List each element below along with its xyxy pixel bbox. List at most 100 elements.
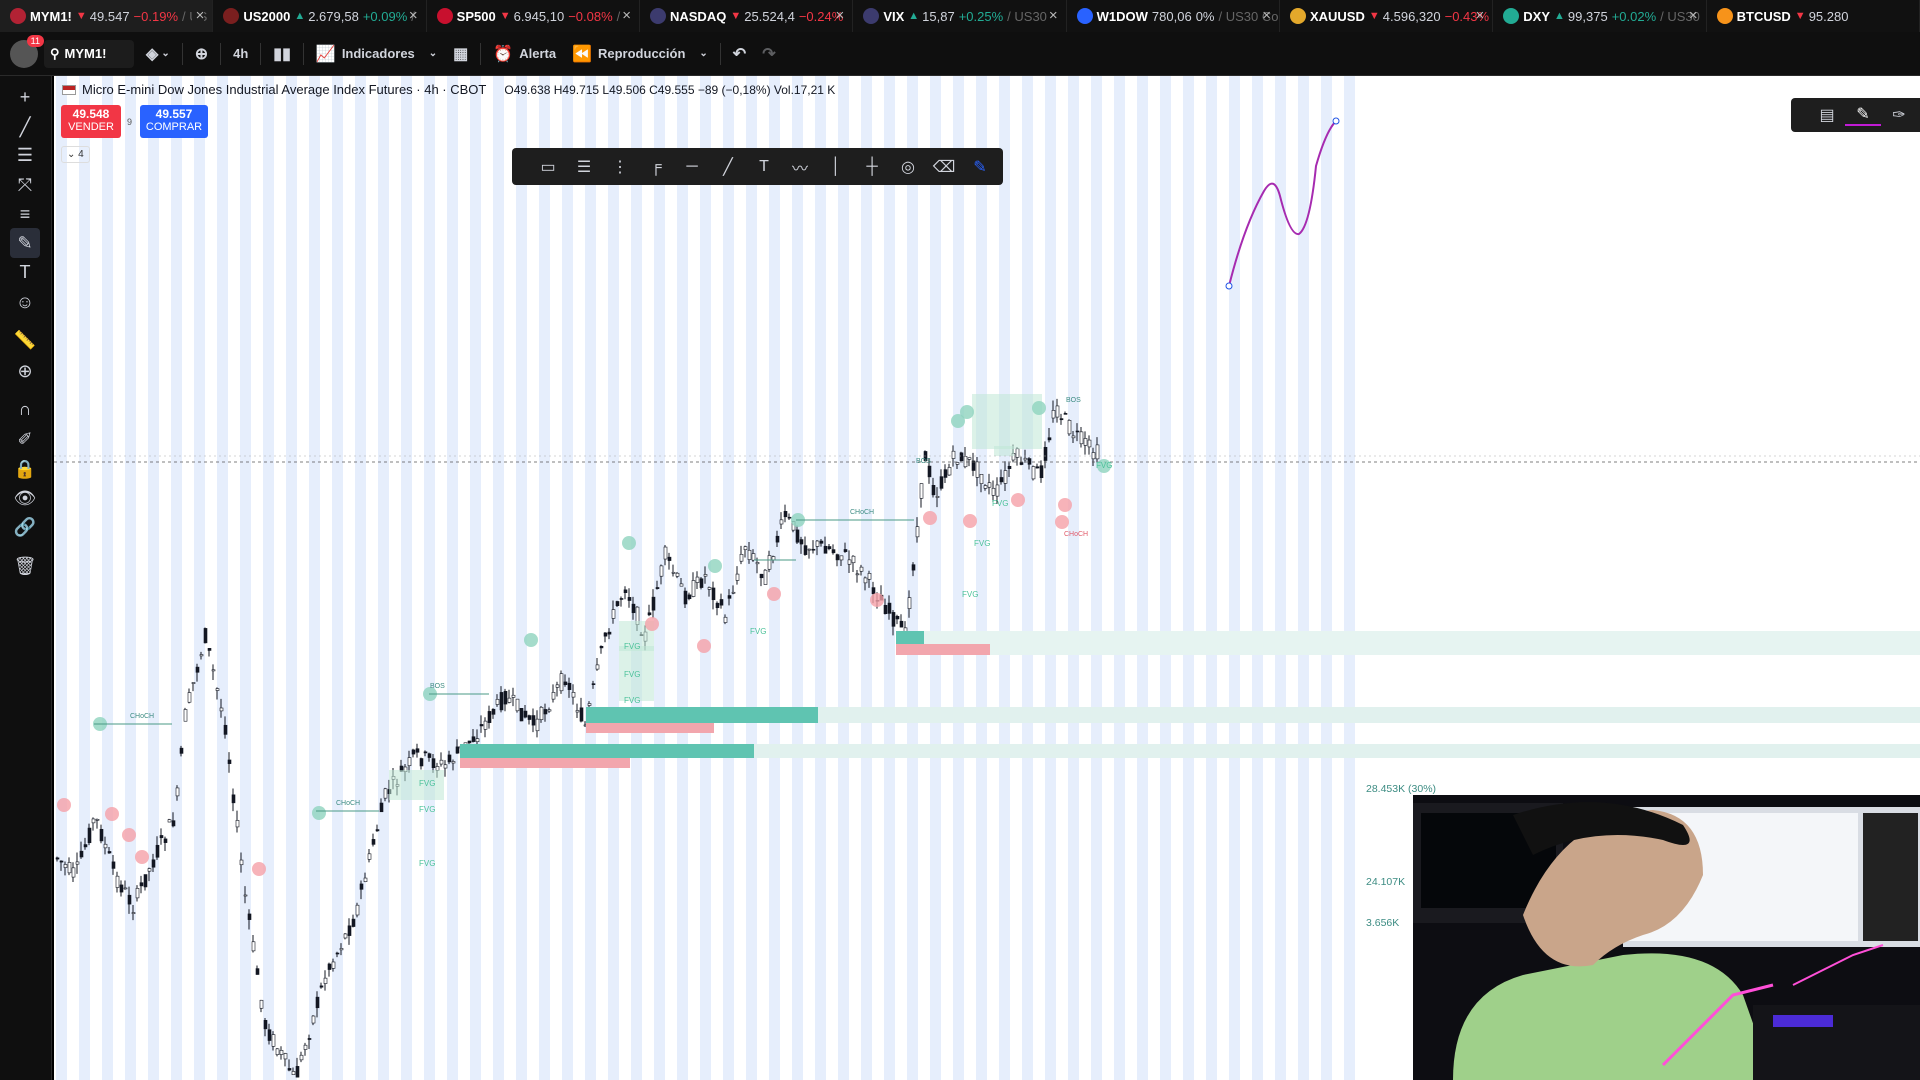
session-band — [447, 76, 458, 1080]
tab-change: −0.19% — [133, 8, 178, 24]
candle-body — [783, 511, 788, 518]
swing-low-marker — [122, 828, 136, 842]
symbol-search[interactable]: ⚲ MYM1! — [44, 39, 134, 68]
candle-body — [1083, 438, 1088, 446]
candle-body — [159, 835, 164, 839]
replay-button[interactable]: ⏪ Reproducción ⌄ — [564, 39, 716, 69]
candle-body — [987, 482, 992, 488]
candle-body — [1051, 410, 1056, 419]
tab-symbol: MYM1! — [30, 8, 72, 24]
buy-button[interactable]: 49.557 COMPRAR — [140, 105, 208, 138]
session-band — [1068, 76, 1079, 1080]
tab-change: 0% — [1195, 8, 1215, 24]
tab-mym1[interactable]: MYM1!▼49.547−0.19%/ US× — [0, 0, 214, 32]
close-tab-icon[interactable]: × — [405, 7, 418, 24]
eraser-icon[interactable]: ⌫ — [926, 152, 962, 182]
forecast-icon[interactable]: ≡ — [10, 199, 40, 229]
trend-line-icon[interactable]: ╱ — [710, 152, 746, 182]
replay-label: Reproducción — [598, 46, 686, 61]
candle-body — [447, 754, 452, 763]
cross-line-icon[interactable]: ┼ — [854, 152, 890, 182]
candle-body — [855, 573, 860, 576]
candle-body — [843, 549, 848, 552]
zoom-icon[interactable]: ⊕ — [10, 356, 40, 386]
close-tab-icon[interactable]: × — [1685, 7, 1698, 24]
candle-body — [311, 1015, 316, 1024]
timeframe-button[interactable]: 4h — [225, 39, 256, 69]
horizontal-ray-icon[interactable]: ─ — [674, 152, 710, 182]
lock-icon[interactable]: 🔒 — [10, 454, 40, 484]
candle-body — [1059, 418, 1064, 421]
swing-low-marker — [767, 587, 781, 601]
tab-price: 25.524,4 — [744, 8, 795, 24]
parallel-channel-icon[interactable]: ☰ — [566, 152, 602, 182]
circle-icon[interactable]: ◎ — [890, 152, 926, 182]
brush-icon[interactable]: ✎ — [10, 228, 40, 258]
emoji-icon[interactable]: ☺ — [10, 287, 40, 317]
fib-retracement-icon[interactable]: ╒ — [638, 152, 674, 182]
vertical-line-icon[interactable]: │ — [818, 152, 854, 182]
candle-body — [943, 469, 948, 478]
close-tab-icon[interactable]: × — [191, 7, 205, 24]
text-icon[interactable]: T — [10, 257, 40, 287]
candle-body — [795, 529, 800, 543]
symbol-logo-icon — [649, 8, 666, 24]
candle-body — [787, 516, 792, 519]
tab-us2000[interactable]: US2000 ▲ 2.679,58 +0.09% / × — [213, 0, 427, 32]
brush-tool-icon[interactable]: ✎ — [962, 152, 998, 182]
candle-body — [859, 566, 864, 572]
tab-xauusd[interactable]: XAUUSD ▼ 4.596,320 −0.43% × — [1280, 0, 1494, 32]
crosshair-icon[interactable]: + — [10, 82, 40, 112]
add-symbol-button[interactable]: ⊕ — [187, 39, 216, 69]
redo-button[interactable]: ↷ — [754, 39, 783, 69]
object-tree-icon[interactable]: ▤ — [1809, 105, 1845, 125]
indicators-button[interactable]: 📈 Indicadores ⌄ — [308, 39, 445, 69]
trendline-icon[interactable]: ╱ — [10, 112, 40, 142]
undo-button[interactable]: ↶ — [725, 39, 754, 69]
lock-draw-icon[interactable]: ✐ — [10, 424, 40, 454]
compare-button[interactable]: ◈ ⌄ — [138, 39, 178, 69]
candle-body — [59, 860, 64, 863]
marker-icon[interactable]: ✑ — [1881, 105, 1917, 125]
sell-button[interactable]: 49.548 VENDER — [61, 105, 121, 138]
fib-icon[interactable]: ☰ — [10, 140, 40, 170]
alert-button[interactable]: ⏰ Alerta — [485, 39, 564, 69]
fvg-label: FVG — [624, 696, 640, 705]
close-tab-icon[interactable]: × — [1258, 7, 1271, 24]
close-tab-icon[interactable]: × — [832, 7, 845, 24]
path-icon[interactable]: 〰 — [782, 152, 818, 182]
pattern-icon[interactable]: ⤧ — [10, 170, 40, 200]
pencil-icon[interactable]: ✎ — [1845, 104, 1881, 126]
tab-nasdaq[interactable]: NASDAQ ▼ 25.524,4 −0.24% × — [640, 0, 854, 32]
candle-body — [747, 549, 752, 560]
tab-vix[interactable]: VIX ▲ 15,87 +0.25% / US30 × — [853, 0, 1067, 32]
rectangle-icon[interactable]: ▭ — [530, 152, 566, 182]
candle-body — [1003, 470, 1008, 484]
candle-body — [283, 1053, 288, 1060]
candle-body — [419, 758, 424, 767]
magnet-icon[interactable]: ∩ — [10, 394, 40, 424]
candle-body — [1087, 439, 1092, 448]
tab-sp500[interactable]: SP500 ▼ 6.945,10 −0.08% / × — [427, 0, 640, 32]
close-tab-icon[interactable]: × — [1045, 7, 1058, 24]
chart-type-button[interactable]: ▮▮ — [265, 39, 299, 69]
session-band — [1114, 76, 1125, 1080]
quantity-selector[interactable]: ⌄ 4 — [61, 146, 90, 163]
regression-icon[interactable]: ⋮ — [602, 152, 638, 182]
candle-body — [115, 875, 120, 888]
tab-w1dow[interactable]: W1DOW 780,06 0% / US30 Co × — [1067, 0, 1280, 32]
close-tab-icon[interactable]: × — [618, 7, 631, 24]
ruler-icon[interactable]: 📏 — [10, 325, 40, 355]
avatar[interactable]: 11 — [10, 34, 44, 68]
tab-dxy[interactable]: DXY ▲ 99,375 +0.02% / US30 × — [1493, 0, 1707, 32]
candle-body — [775, 535, 780, 543]
candle-body — [703, 574, 708, 577]
layouts-button[interactable]: ▦ — [445, 39, 476, 69]
text-tool-icon[interactable]: T — [746, 152, 782, 182]
eye-icon[interactable]: 👁 — [10, 483, 40, 513]
fvg-label: FVG — [1096, 461, 1112, 470]
tab-btcusd[interactable]: BTCUSD ▼ 95.280 — [1707, 0, 1920, 32]
close-tab-icon[interactable]: × — [1472, 7, 1485, 24]
trash-icon[interactable]: 🗑 — [10, 551, 40, 581]
link-icon[interactable]: 🔗 — [10, 512, 40, 542]
